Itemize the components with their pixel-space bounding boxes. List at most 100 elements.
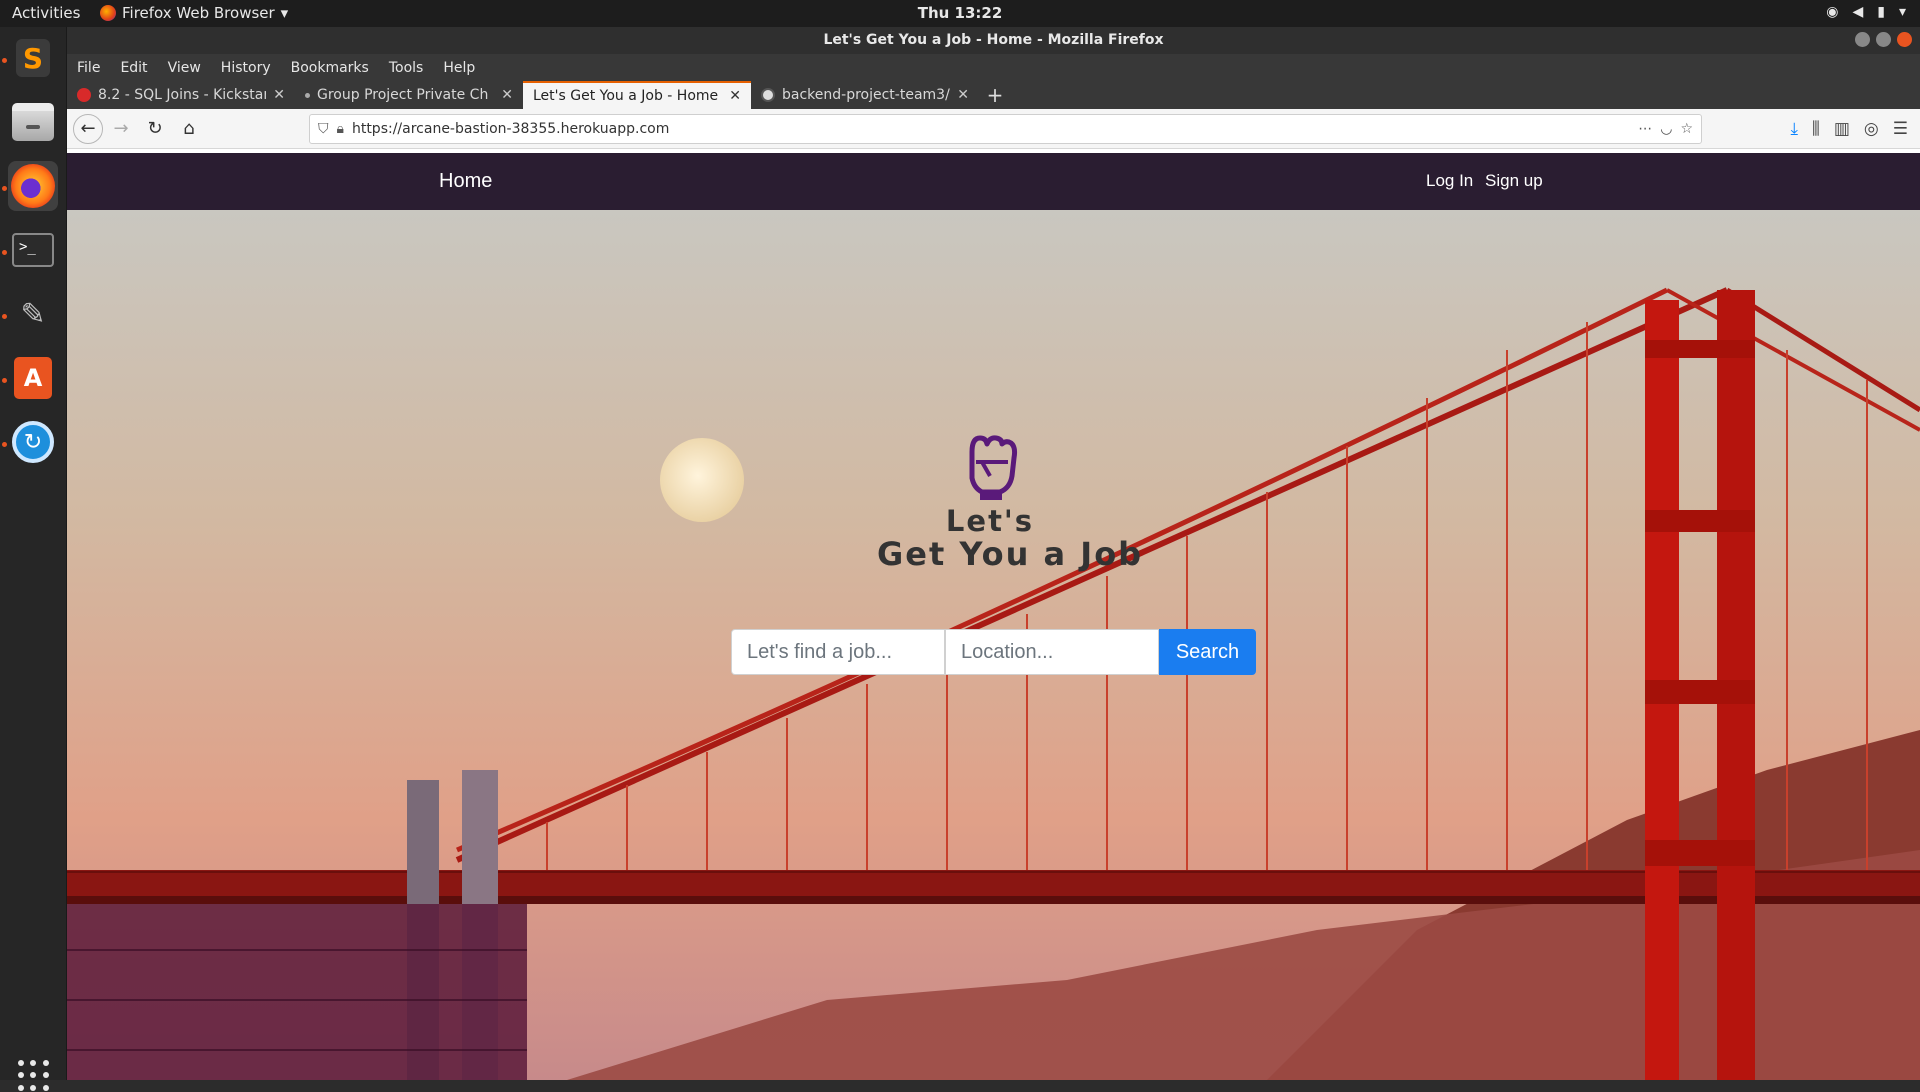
tab-title: backend-project-team3/ xyxy=(782,87,950,103)
new-tab-button[interactable]: + xyxy=(979,81,1011,109)
github-icon xyxy=(761,88,775,102)
hero-section: Let's Get You a Job Search xyxy=(67,210,1920,1080)
sublime-text-icon: S xyxy=(16,39,50,77)
show-applications-icon[interactable] xyxy=(18,1060,50,1092)
minimize-button[interactable] xyxy=(1855,32,1870,47)
hamburger-menu-icon[interactable]: ☰ xyxy=(1893,119,1908,139)
arrow-right-icon: → xyxy=(113,118,129,139)
shield-icon[interactable]: ⛉ xyxy=(318,121,329,137)
back-button[interactable]: ← xyxy=(73,113,103,144)
kickstarter-icon xyxy=(77,88,91,102)
dock-terminal[interactable]: >_ xyxy=(8,225,58,275)
firefox-window: Let's Get You a Job - Home - Mozilla Fir… xyxy=(67,27,1920,1080)
library-icon[interactable]: ⫼ xyxy=(1812,119,1820,139)
menu-view[interactable]: View xyxy=(168,60,201,76)
menu-file[interactable]: File xyxy=(77,60,100,76)
tab-title: Group Project Private Ch xyxy=(317,87,489,103)
nav-home-link[interactable]: Home xyxy=(439,170,492,193)
dock-software[interactable]: A xyxy=(8,353,58,403)
reload-button[interactable]: ↻ xyxy=(139,113,171,145)
volume-icon: ◀ xyxy=(1852,4,1864,20)
forward-button[interactable]: → xyxy=(105,113,137,145)
arrow-left-icon: ← xyxy=(80,118,96,139)
system-top-bar: Activities Firefox Web Browser ▾ Thu 13:… xyxy=(0,0,1920,27)
firefox-icon xyxy=(100,5,116,21)
window-title: Let's Get You a Job - Home - Mozilla Fir… xyxy=(823,32,1164,48)
terminal-icon: >_ xyxy=(12,233,54,267)
tab-lets-get-you-a-job[interactable]: Let's Get You a Job - Home ✕ xyxy=(523,81,751,109)
running-indicator xyxy=(2,314,7,319)
menu-edit[interactable]: Edit xyxy=(120,60,147,76)
nav-signup-link[interactable]: Sign up xyxy=(1485,171,1543,191)
dock-sublime-text[interactable]: S xyxy=(8,33,58,83)
tab-title: 8.2 - SQL Joins - Kickstart xyxy=(98,87,267,103)
dock: S >_ ✎ A ↻ xyxy=(0,27,67,1091)
menu-tools[interactable]: Tools xyxy=(389,60,424,76)
dot-icon xyxy=(305,92,310,98)
tab-sql-joins[interactable]: 8.2 - SQL Joins - Kickstart ✕ xyxy=(67,81,295,109)
navigation-toolbar: ← → ↻ ⌂ ⛉ 🔒︎ https://arcane-bastion-3835… xyxy=(67,109,1920,149)
running-indicator xyxy=(2,250,7,255)
lock-icon[interactable]: 🔒︎ xyxy=(337,121,344,137)
chevron-down-icon: ▾ xyxy=(280,4,289,22)
wifi-icon: ◉ xyxy=(1826,4,1839,20)
software-center-icon: A xyxy=(14,357,52,399)
reload-icon: ↻ xyxy=(147,118,163,139)
close-icon[interactable]: ✕ xyxy=(273,87,285,103)
location-input[interactable] xyxy=(945,629,1159,675)
files-icon xyxy=(12,103,54,141)
raised-fist-icon xyxy=(969,435,1018,500)
menu-history[interactable]: History xyxy=(221,60,271,76)
firefox-icon xyxy=(11,164,55,208)
running-indicator xyxy=(2,186,7,191)
close-icon[interactable]: ✕ xyxy=(729,88,741,104)
dock-firefox[interactable] xyxy=(8,161,58,211)
running-indicator xyxy=(2,442,7,447)
clock[interactable]: Thu 13:22 xyxy=(918,4,1003,22)
logo-line-2: Get You a Job xyxy=(877,535,1144,573)
running-indicator xyxy=(2,378,7,383)
window-titlebar: Let's Get You a Job - Home - Mozilla Fir… xyxy=(67,27,1920,54)
dock-files[interactable] xyxy=(8,97,58,147)
menu-help[interactable]: Help xyxy=(443,60,475,76)
bookmark-star-icon[interactable]: ☆ xyxy=(1680,121,1693,137)
job-search-form: Search xyxy=(731,629,1256,675)
search-button[interactable]: Search xyxy=(1159,629,1256,675)
activities-button[interactable]: Activities xyxy=(12,4,80,22)
site-logo: Let's Get You a Job xyxy=(877,432,1144,573)
chevron-down-icon: ▾ xyxy=(1898,4,1906,20)
nav-login-link[interactable]: Log In xyxy=(1426,171,1473,191)
maximize-button[interactable] xyxy=(1876,32,1891,47)
dock-backup[interactable]: ↻ xyxy=(8,417,58,467)
backup-icon: ↻ xyxy=(12,421,54,463)
logo-line-1: Let's xyxy=(945,504,1035,538)
sidebar-icon[interactable]: ▥ xyxy=(1834,119,1850,139)
tab-bar: 8.2 - SQL Joins - Kickstart ✕ Group Proj… xyxy=(67,81,1920,109)
pocket-icon[interactable]: ◡ xyxy=(1660,121,1672,137)
url-bar[interactable]: ⛉ 🔒︎ https://arcane-bastion-38355.heroku… xyxy=(309,113,1702,144)
tab-title: Let's Get You a Job - Home xyxy=(533,88,719,104)
home-button[interactable]: ⌂ xyxy=(173,113,205,145)
dock-gimp[interactable]: ✎ xyxy=(8,289,58,339)
job-search-input[interactable] xyxy=(731,629,945,675)
tab-backend-project[interactable]: backend-project-team3/ ✕ xyxy=(751,81,979,109)
system-tray[interactable]: ◉ ◀ ▮ ▾ xyxy=(1826,4,1906,20)
site-navbar: Home Log In Sign up xyxy=(67,153,1920,210)
app-menu[interactable]: Firefox Web Browser ▾ xyxy=(100,4,288,22)
close-window-button[interactable] xyxy=(1897,32,1912,47)
menu-bar: File Edit View History Bookmarks Tools H… xyxy=(67,54,1920,81)
home-icon: ⌂ xyxy=(183,118,195,139)
close-icon[interactable]: ✕ xyxy=(501,87,513,103)
url-text[interactable]: https://arcane-bastion-38355.herokuapp.c… xyxy=(352,121,1630,137)
more-actions-icon[interactable]: ⋯ xyxy=(1638,121,1652,137)
menu-bookmarks[interactable]: Bookmarks xyxy=(291,60,369,76)
download-icon[interactable]: ⤓ xyxy=(1791,119,1799,139)
running-indicator xyxy=(2,58,7,63)
web-page: Home Log In Sign up Let's Get You a Job … xyxy=(67,153,1920,1080)
account-icon[interactable]: ◎ xyxy=(1864,119,1879,139)
battery-icon: ▮ xyxy=(1877,4,1885,20)
plus-icon: + xyxy=(986,83,1004,107)
app-menu-label: Firefox Web Browser xyxy=(122,4,275,22)
close-icon[interactable]: ✕ xyxy=(957,87,969,103)
tab-group-project[interactable]: Group Project Private Ch ✕ xyxy=(295,81,523,109)
